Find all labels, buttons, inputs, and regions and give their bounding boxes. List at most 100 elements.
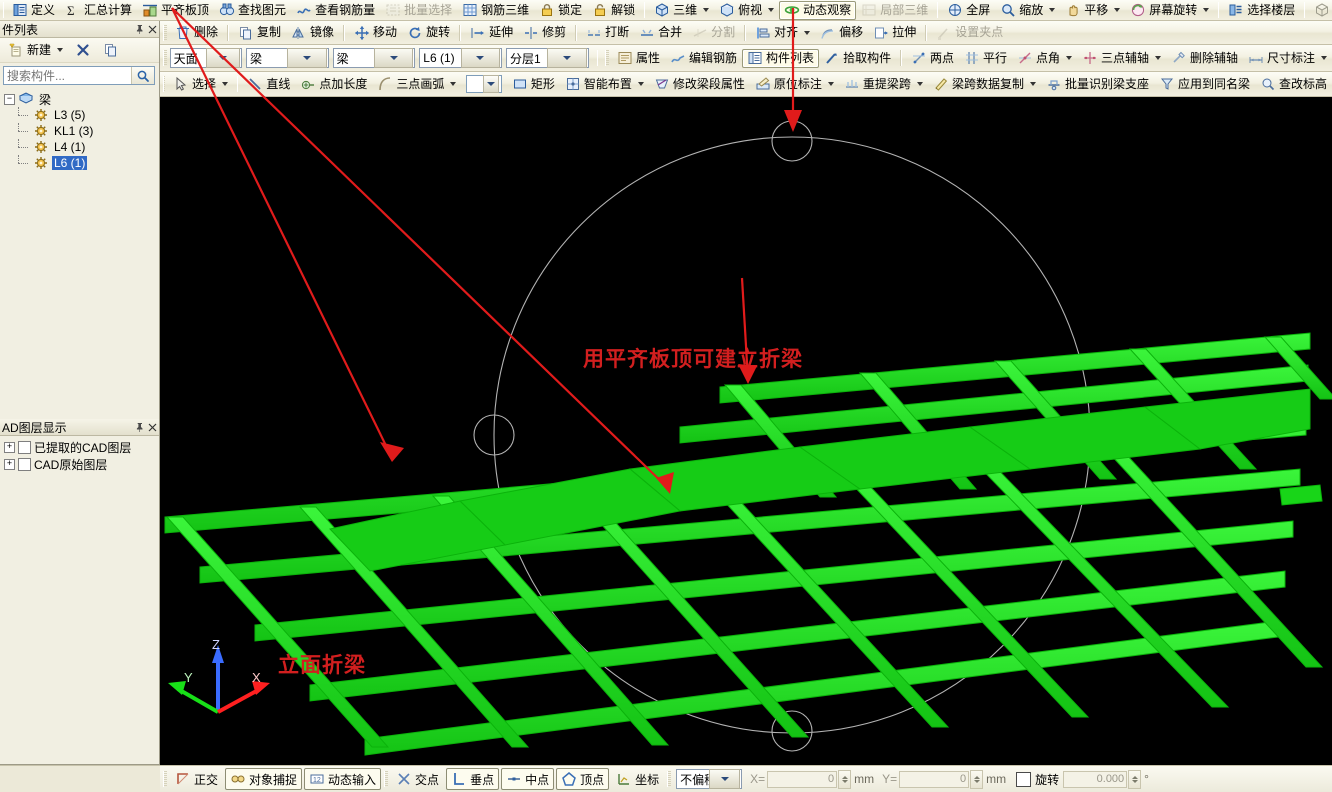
- floor-select[interactable]: 天面: [169, 48, 242, 68]
- chevron-down-icon[interactable]: [482, 75, 499, 93]
- toolbar-button-check-elevation[interactable]: 查改标高: [1255, 75, 1332, 94]
- toolbar-button-lock[interactable]: 锁定: [534, 1, 587, 20]
- toolbar-button-component-list[interactable]: 构件列表: [742, 48, 820, 68]
- toolbar-button-batch-beam-support[interactable]: 批量识别梁支座: [1041, 75, 1154, 94]
- status-toggle-perpendicular[interactable]: 垂点: [446, 768, 500, 790]
- toolbar-button-stretch[interactable]: 拉伸: [868, 23, 921, 42]
- component-select[interactable]: L6 (1): [419, 48, 502, 68]
- toolbar-button-parallel[interactable]: 平行: [959, 49, 1012, 68]
- toolbar-button-pick-component[interactable]: 拾取构件: [819, 49, 896, 68]
- delete-component-button[interactable]: [70, 41, 96, 60]
- toolbar-button-summary-calc[interactable]: Σ 汇总计算: [60, 1, 137, 20]
- toolbar-button-copy[interactable]: 复制: [233, 23, 286, 42]
- tree-node-component[interactable]: L4 (1): [18, 139, 157, 155]
- status-toggle-coordinate[interactable]: 坐标: [611, 768, 664, 790]
- copy-component-button[interactable]: [98, 41, 124, 60]
- y-input[interactable]: 0: [899, 770, 970, 788]
- toolbar-button-delete[interactable]: 删除: [170, 23, 223, 42]
- y-stepper[interactable]: [970, 769, 984, 789]
- new-component-button[interactable]: 新建: [3, 41, 68, 60]
- toolbar-button-three-point-arc[interactable]: 三点画弧: [372, 75, 461, 94]
- tree-node-component[interactable]: L6 (1): [18, 155, 157, 171]
- toolbar-button-extend[interactable]: 延伸: [465, 23, 518, 42]
- x-input[interactable]: 0: [767, 770, 838, 788]
- chevron-down-icon[interactable]: [827, 82, 834, 86]
- x-stepper[interactable]: [838, 769, 852, 789]
- chevron-down-icon[interactable]: [205, 48, 240, 68]
- tree-node-component[interactable]: KL1 (3): [18, 123, 157, 139]
- layer-checkbox[interactable]: [18, 441, 31, 454]
- toolbar-button-screen-rotate[interactable]: 屏幕旋转: [1125, 1, 1214, 20]
- toolbar-button-rotate[interactable]: 旋转: [402, 23, 455, 42]
- toolbar-button-in-situ-label[interactable]: 原位标注: [750, 75, 839, 94]
- toolbar-button-merge[interactable]: 合并: [634, 23, 687, 42]
- rotate-input[interactable]: 0.000: [1063, 770, 1128, 788]
- status-toggle-midpoint[interactable]: 中点: [501, 768, 555, 790]
- rotate-checkbox[interactable]: [1016, 771, 1032, 787]
- chevron-down-icon[interactable]: [373, 48, 414, 68]
- status-toggle-vertex[interactable]: 顶点: [556, 768, 610, 790]
- close-icon[interactable]: [146, 23, 159, 36]
- pin-icon[interactable]: [133, 23, 146, 36]
- toolbar-button-dynamic-orbit[interactable]: 动态观察: [779, 0, 857, 20]
- toolbar-button-property[interactable]: 属性: [612, 49, 665, 68]
- tree-expander[interactable]: −: [4, 93, 15, 105]
- chevron-down-icon[interactable]: [703, 8, 710, 12]
- tree-node-component[interactable]: L3 (5): [18, 107, 157, 123]
- toolbar-button-align[interactable]: 对齐: [750, 23, 815, 42]
- toolbar-button-offset[interactable]: 偏移: [815, 23, 868, 42]
- status-toggle-intersection[interactable]: 交点: [391, 768, 444, 790]
- chevron-down-icon[interactable]: [450, 82, 457, 86]
- toolbar-button-edit-rebar[interactable]: 编辑钢筋: [665, 49, 742, 68]
- chevron-down-icon[interactable]: [916, 82, 923, 86]
- toolbar-button-fullscreen[interactable]: 全屏: [942, 1, 995, 20]
- layer-select[interactable]: 分层1: [505, 48, 589, 68]
- search-icon[interactable]: [131, 67, 154, 84]
- tree-expander[interactable]: +: [4, 442, 15, 453]
- rotate-stepper[interactable]: [1128, 769, 1142, 789]
- pin-icon[interactable]: [133, 421, 146, 434]
- cad-layer-row[interactable]: + 已提取的CAD图层: [0, 439, 159, 456]
- status-toggle-object-snap[interactable]: 对象捕捉: [225, 768, 303, 790]
- chevron-down-icon[interactable]: [287, 48, 327, 68]
- toolbar-button-align-slab-top[interactable]: 平齐板顶: [137, 1, 214, 20]
- toolbar-button-view-rebar-qty[interactable]: 查看钢筋量: [291, 1, 380, 20]
- category-select[interactable]: 梁: [245, 48, 329, 68]
- toolbar-button-3d[interactable]: 三维: [649, 1, 714, 20]
- status-toggle-dynamic-input[interactable]: 12 动态输入: [304, 768, 382, 790]
- status-toggle-ortho[interactable]: 正交: [170, 768, 223, 790]
- toolbar-button-break[interactable]: 打断: [581, 23, 634, 42]
- toolbar-button-define[interactable]: 定义: [7, 1, 60, 20]
- chevron-down-icon[interactable]: [1049, 8, 1056, 12]
- tree-node-root[interactable]: − 梁: [4, 91, 157, 107]
- toolbar-button-apply-same-beam[interactable]: 应用到同名梁: [1154, 75, 1255, 94]
- search-component-box[interactable]: [3, 66, 155, 85]
- toolbar-button-point-angle[interactable]: 点角: [1012, 49, 1077, 68]
- tree-expander[interactable]: +: [4, 459, 15, 470]
- toolbar-button-select-floor[interactable]: 选择楼层: [1223, 1, 1300, 20]
- toolbar-button-find-element[interactable]: 查找图元: [214, 1, 291, 20]
- chevron-down-icon[interactable]: [1029, 82, 1036, 86]
- chevron-down-icon[interactable]: [709, 769, 741, 789]
- chevron-down-icon[interactable]: [1321, 56, 1328, 60]
- toolbar-button-trim[interactable]: 修剪: [518, 23, 571, 42]
- layer-checkbox[interactable]: [18, 458, 31, 471]
- 3d-viewport[interactable]: Z Y X 用平齐板顶可建立折梁 立面折梁: [160, 97, 1332, 765]
- toolbar-button-pan[interactable]: 平移: [1060, 1, 1125, 20]
- toolbar-button-unlock[interactable]: 解锁: [587, 1, 640, 20]
- arc-type-select[interactable]: [466, 75, 502, 93]
- subcategory-select[interactable]: 梁: [332, 48, 416, 68]
- toolbar-button-smart-layout[interactable]: 智能布置: [560, 75, 649, 94]
- toolbar-button-rebar-3d[interactable]: 钢筋三维: [457, 1, 534, 20]
- toolbar-button-dimension[interactable]: 尺寸标注: [1243, 49, 1332, 68]
- chevron-down-icon[interactable]: [1114, 8, 1121, 12]
- chevron-down-icon[interactable]: [768, 8, 775, 12]
- toolbar-button-respan-beam[interactable]: 重提梁跨: [839, 75, 928, 94]
- toolbar-button-edit-beam-segment[interactable]: 修改梁段属性: [649, 75, 750, 94]
- chevron-down-icon[interactable]: [547, 48, 587, 68]
- toolbar-button-three-point-axis[interactable]: 三点辅轴: [1077, 49, 1166, 68]
- toolbar-button-rectangle[interactable]: 矩形: [507, 75, 560, 94]
- close-icon[interactable]: [146, 421, 159, 434]
- search-input[interactable]: [4, 68, 131, 83]
- chevron-down-icon[interactable]: [1203, 8, 1210, 12]
